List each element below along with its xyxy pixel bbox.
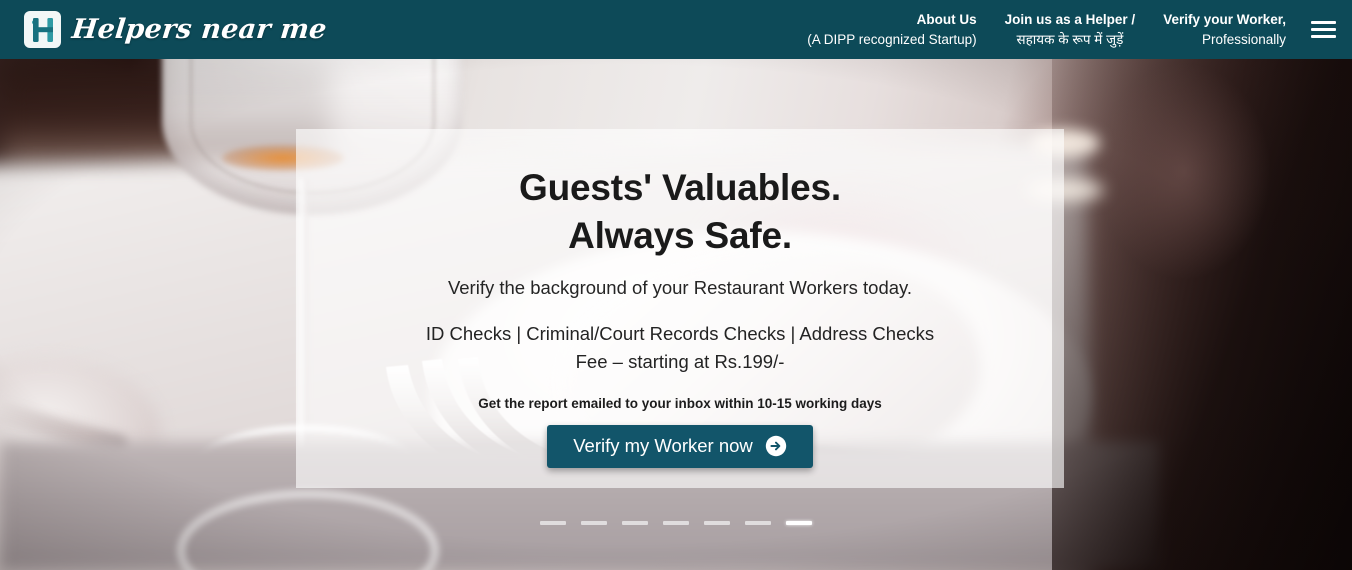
brand-logo-link[interactable]: Helpers near me (24, 0, 329, 59)
carousel-dot-4[interactable] (663, 521, 689, 525)
brand-name: Helpers near me (70, 14, 329, 45)
hero-services: ID Checks | Criminal/Court Records Check… (426, 320, 934, 376)
nav-about-us-line2: (A DIPP recognized Startup) (807, 31, 977, 47)
hamburger-line-1 (1310, 21, 1336, 24)
hamburger-menu-icon[interactable] (1300, 0, 1346, 59)
carousel-dot-5[interactable] (704, 521, 730, 525)
nav-item-join-as-helper[interactable]: Join us as a Helper / सहायक के रूप में ज… (991, 10, 1150, 48)
nav-item-about-us[interactable]: About Us (A DIPP recognized Startup) (793, 10, 990, 48)
hero-delivery-note: Get the report emailed to your inbox wit… (478, 395, 882, 411)
main-navigation: About Us (A DIPP recognized Startup) Joi… (793, 0, 1352, 59)
nav-join-helper-line2: सहायक के रूप में जुड़ें (1016, 31, 1124, 47)
nav-verify-worker-line2: Professionally (1201, 31, 1286, 47)
hero-services-line2: Fee – starting at Rs.199/- (575, 350, 785, 372)
verify-my-worker-button[interactable]: Verify my Worker now (547, 424, 813, 468)
hero-headline-line2: Always Safe. (568, 215, 792, 257)
carousel-dot-7[interactable] (786, 521, 812, 525)
hero-services-line1: ID Checks | Criminal/Court Records Check… (425, 323, 935, 345)
carousel-dot-3[interactable] (622, 521, 648, 525)
nav-about-us-line1: About Us (916, 12, 977, 28)
site-header: Helpers near me About Us (A DIPP recogni… (0, 0, 1352, 59)
hero-content-panel: Guests' Valuables. Always Safe. Verify t… (296, 129, 1064, 488)
hero-subtitle: Verify the background of your Restaurant… (447, 277, 913, 299)
hero-banner: Guests' Valuables. Always Safe. Verify t… (0, 59, 1352, 570)
nav-verify-worker-line1: Verify your Worker, (1163, 12, 1286, 28)
carousel-indicators (0, 521, 1352, 525)
hamburger-line-2 (1310, 28, 1336, 31)
arrow-right-circle-icon (765, 435, 786, 457)
hamburger-line-3 (1310, 35, 1336, 38)
brand-mark-icon (24, 11, 61, 48)
carousel-dot-1[interactable] (540, 521, 566, 525)
page-root: Helpers near me About Us (A DIPP recogni… (0, 0, 1352, 570)
hero-headline: Guests' Valuables. Always Safe. (519, 164, 841, 260)
carousel-dot-6[interactable] (745, 521, 771, 525)
carousel-dot-2[interactable] (581, 521, 607, 525)
nav-item-verify-your-worker[interactable]: Verify your Worker, Professionally (1149, 10, 1300, 48)
nav-join-helper-line1: Join us as a Helper / (1004, 12, 1136, 28)
hero-headline-line1: Guests' Valuables. (519, 167, 841, 208)
cta-label: Verify my Worker now (573, 435, 753, 457)
